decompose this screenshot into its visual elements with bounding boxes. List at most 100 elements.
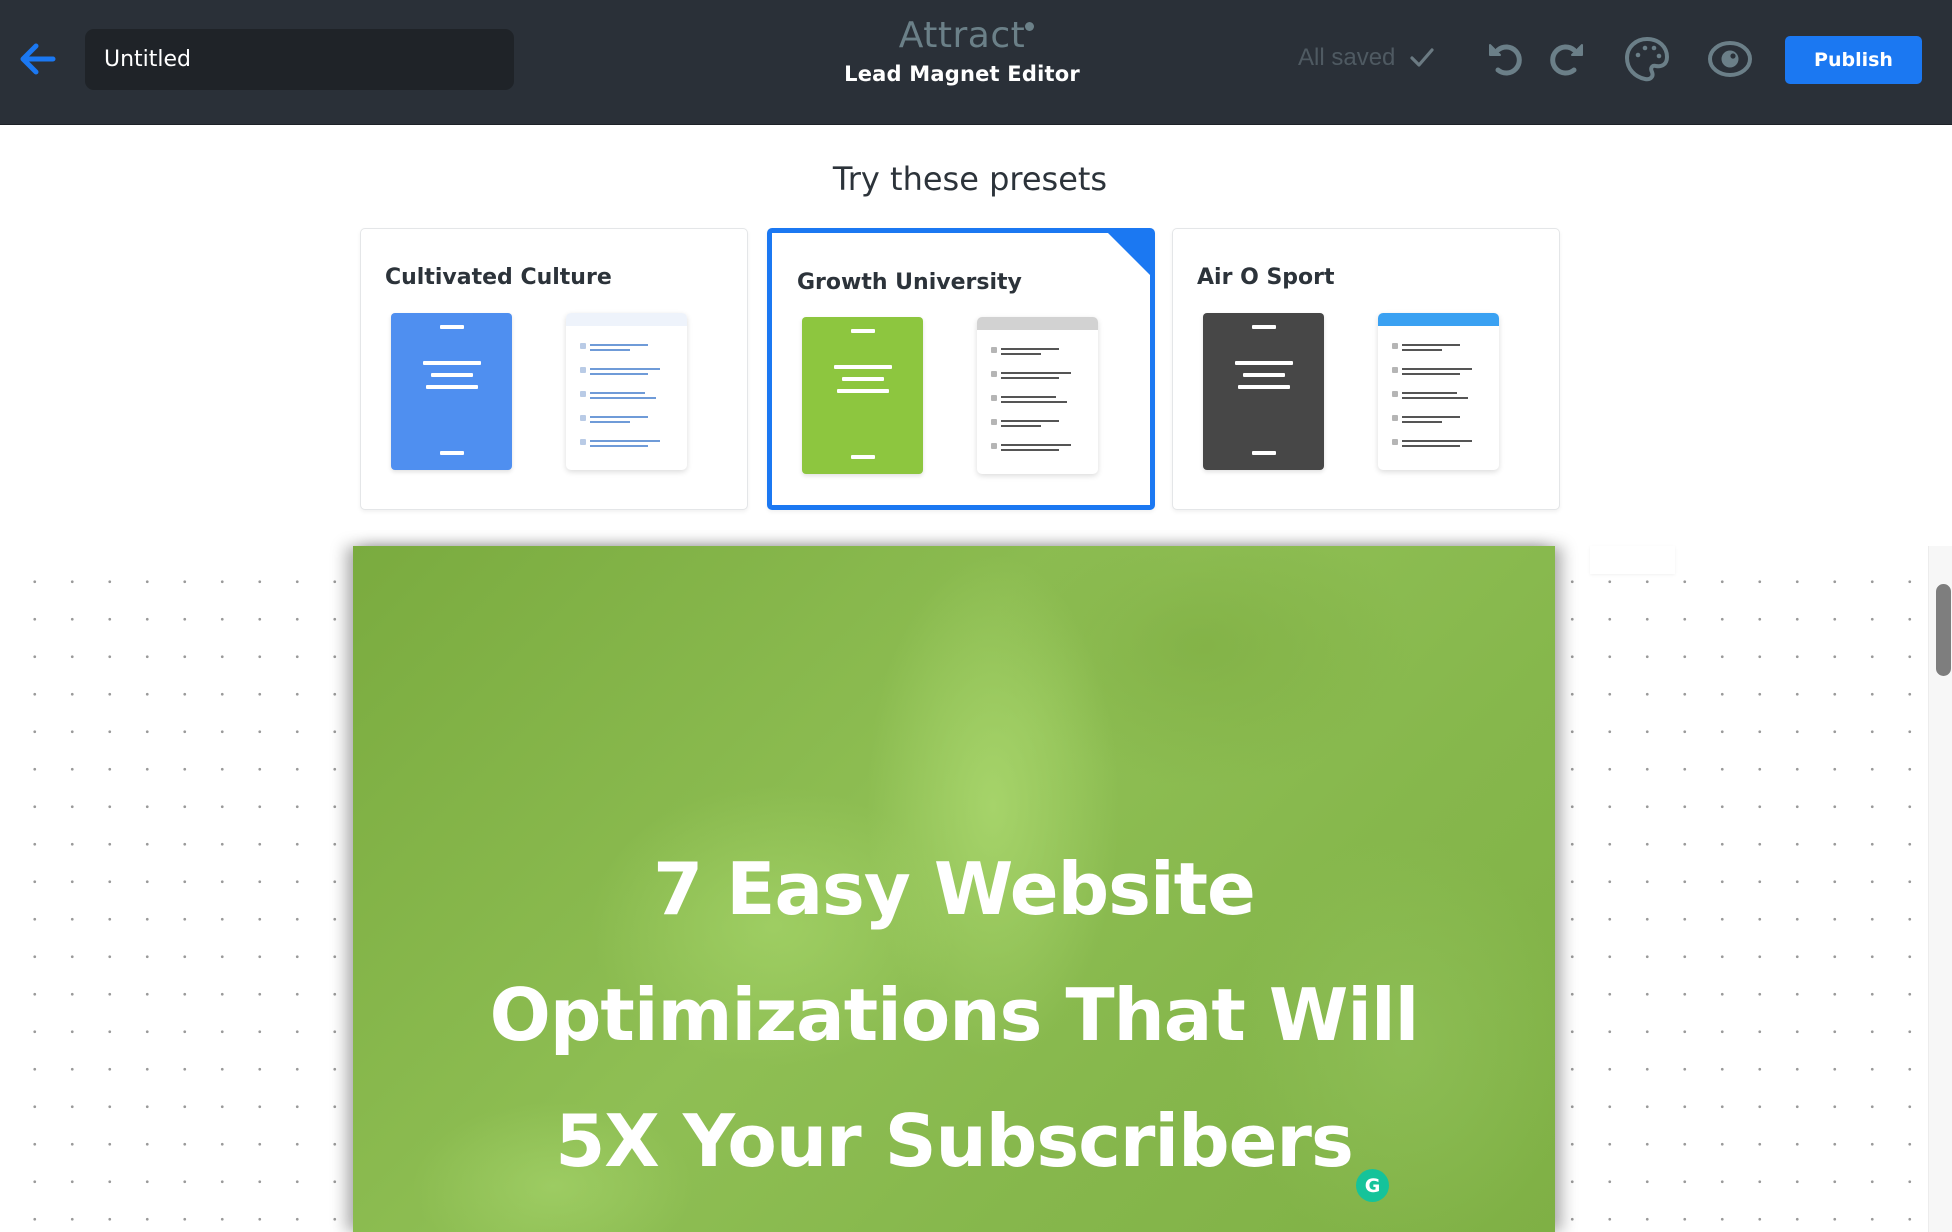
back-button[interactable] <box>14 36 60 82</box>
top-bar: Attract Lead Magnet Editor All saved <box>0 0 1952 125</box>
cover-text-line <box>439 451 464 455</box>
page-header-band <box>1378 313 1499 326</box>
undo-button[interactable] <box>1482 34 1532 84</box>
checklist-line <box>1001 372 1071 374</box>
cover-text-line <box>1251 325 1276 329</box>
preset-name: Air O Sport <box>1197 265 1335 290</box>
checklist-line <box>590 344 648 346</box>
checkbox-icon <box>991 419 997 425</box>
checkbox-icon <box>991 371 997 377</box>
redo-button[interactable] <box>1540 34 1590 84</box>
checkbox-icon <box>580 343 586 349</box>
page-checklist-row <box>991 419 1091 433</box>
checklist-line <box>1001 449 1059 451</box>
vertical-scrollbar-thumb[interactable] <box>1936 584 1951 676</box>
checklist-line <box>1402 373 1460 375</box>
cover-text-line <box>1251 451 1276 455</box>
checkbox-icon <box>580 391 586 397</box>
cover-text-line <box>841 377 884 381</box>
presets-title: Try these presets <box>832 160 1108 198</box>
selected-corner-indicator <box>1107 233 1150 276</box>
preset-name: Growth University <box>797 270 1022 295</box>
publish-button[interactable]: Publish <box>1785 36 1922 84</box>
cover-text-line <box>425 385 478 389</box>
redo-icon <box>1550 44 1583 76</box>
checklist-line <box>1402 445 1460 447</box>
preset-cover-thumbnail <box>802 317 923 474</box>
page-header-band <box>977 317 1098 330</box>
preview-button[interactable] <box>1705 34 1755 84</box>
page-checklist-row <box>1392 415 1492 429</box>
brand-dot-icon <box>1025 22 1035 31</box>
brand-logo: Attract <box>899 16 1035 56</box>
cover-text-line <box>1237 385 1290 389</box>
cover-text-line <box>836 389 889 393</box>
page-checklist-row <box>1392 343 1492 357</box>
checklist-line <box>590 421 630 423</box>
checklist-line <box>1001 377 1059 379</box>
cover-text-line <box>430 373 473 377</box>
preset-page-thumbnail <box>566 313 687 470</box>
checklist-line <box>590 392 645 394</box>
preset-card[interactable]: Air O Sport <box>1172 228 1560 510</box>
page-checklist-row <box>580 367 680 381</box>
lead-magnet-cover-page[interactable]: 7 Easy Website Optimizations That Will 5… <box>353 546 1555 1232</box>
undo-icon <box>1489 44 1522 76</box>
preset-cover-thumbnail <box>1203 313 1324 470</box>
cover-text-line <box>850 455 875 459</box>
checkbox-icon <box>991 347 997 353</box>
page-checklist-row <box>580 343 680 357</box>
cover-text-line <box>850 329 875 333</box>
checklist-line <box>1402 392 1457 394</box>
theme-button[interactable] <box>1622 34 1672 84</box>
checklist-line <box>590 368 660 370</box>
save-status-text: All saved <box>1298 44 1396 71</box>
page-checklist-row <box>580 439 680 453</box>
checklist-line <box>1001 425 1041 427</box>
checklist-line <box>590 349 630 351</box>
preset-card[interactable]: Growth University <box>767 228 1155 510</box>
page-checklist-row <box>580 415 680 429</box>
checklist-line <box>590 445 648 447</box>
preset-card[interactable]: Cultivated Culture <box>360 228 748 510</box>
checkbox-icon <box>580 415 586 421</box>
checkbox-icon <box>1392 343 1398 349</box>
page-checklist-row <box>1392 367 1492 381</box>
checklist-line <box>1402 349 1442 351</box>
page-checklist-row <box>580 391 680 405</box>
arrow-left-icon <box>20 43 56 75</box>
grammarly-button[interactable]: G <box>1356 1169 1389 1202</box>
palette-icon <box>1625 37 1669 82</box>
checklist-line <box>1402 416 1460 418</box>
page-checklist-row <box>991 347 1091 361</box>
cover-text-line <box>439 325 464 329</box>
cover-text-line <box>1234 361 1293 365</box>
checkbox-icon <box>991 443 997 449</box>
checklist-line <box>590 373 648 375</box>
checklist-line <box>1402 368 1472 370</box>
cover-text-line <box>833 365 892 369</box>
page-checklist-row <box>1392 391 1492 405</box>
eye-icon <box>1708 41 1752 77</box>
checkbox-icon <box>580 439 586 445</box>
checklist-line <box>1001 396 1056 398</box>
checkbox-icon <box>1392 439 1398 445</box>
cover-title[interactable]: 7 Easy Website Optimizations That Will 5… <box>353 826 1555 1204</box>
checklist-line <box>1402 397 1468 399</box>
brand: Attract Lead Magnet Editor <box>812 16 1112 87</box>
grammarly-icon: G <box>1364 1174 1381 1197</box>
editor-name: Lead Magnet Editor <box>844 62 1080 86</box>
cover-text-line <box>1242 373 1285 377</box>
checklist-line <box>1402 440 1472 442</box>
checkbox-icon <box>1392 391 1398 397</box>
page-checklist-row <box>1392 439 1492 453</box>
checklist-line <box>590 440 660 442</box>
checklist-line <box>1402 344 1460 346</box>
preset-cover-thumbnail <box>391 313 512 470</box>
page-checklist-row <box>991 371 1091 385</box>
page-checklist-row <box>991 395 1091 409</box>
document-title-input[interactable] <box>85 29 514 90</box>
canvas-toolbar-placeholder <box>1590 546 1675 574</box>
checklist-line <box>1001 444 1071 446</box>
cover-text-line <box>422 361 481 365</box>
